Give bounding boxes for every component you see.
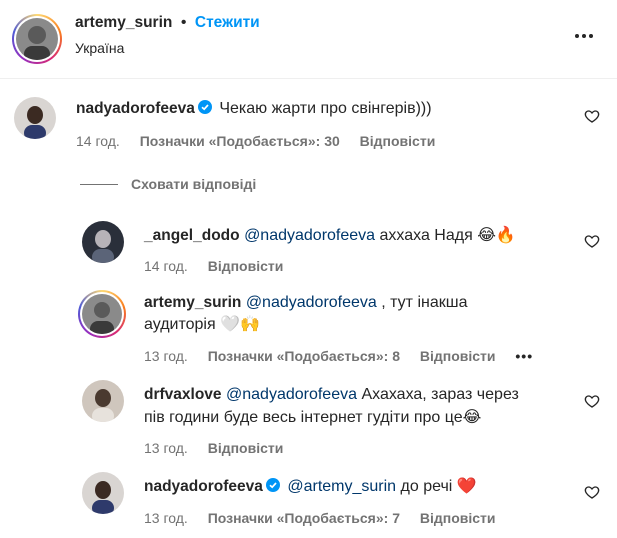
reply-text-line2: аудиторія 🤍🙌 [144, 316, 260, 333]
mention-link[interactable]: @artemy_surin [287, 478, 396, 495]
reply-button[interactable]: Відповісти [360, 133, 436, 149]
mention-link[interactable]: @nadyadorofeeva [246, 294, 377, 311]
avatar[interactable] [82, 380, 124, 422]
reply-time[interactable]: 13 год. [144, 440, 188, 456]
heart-outline-icon[interactable] [584, 484, 600, 500]
comment-time[interactable]: 14 год. [76, 133, 120, 149]
likes-count[interactable]: Позначки «Подобається»: 7 [208, 510, 400, 526]
reply-time[interactable]: 13 год. [144, 510, 188, 526]
mention-link[interactable]: @nadyadorofeeva [226, 386, 357, 403]
reply-body: _angel_dodo @nadyadorofeeva аххаха Надя … [144, 225, 516, 247]
reply-username[interactable]: _angel_dodo [144, 227, 240, 244]
reply-button[interactable]: Відповісти [208, 440, 284, 456]
avatar[interactable] [14, 97, 56, 139]
header-username[interactable]: artemy_surin [75, 14, 172, 31]
reply-text-line1: , тут інакша [381, 294, 468, 311]
reply-username[interactable]: artemy_surin [144, 294, 241, 311]
heart-outline-icon[interactable] [584, 233, 600, 249]
location-label[interactable]: Україна [75, 40, 124, 56]
reply-button[interactable]: Відповісти [420, 348, 496, 364]
reply-body: artemy_surin @nadyadorofeeva , тут інакш… [144, 292, 467, 314]
reply-text-line2: пів години буде весь інтернет гудіти про… [144, 409, 482, 426]
hide-replies-button[interactable]: Сховати відповіді [131, 176, 256, 192]
likes-count[interactable]: Позначки «Подобається»: 8 [208, 348, 400, 364]
replies-line [80, 184, 118, 185]
reply-meta: 13 год. Позначки «Подобається»: 8 Відпов… [144, 348, 549, 364]
post-header: artemy_surin • Стежити Україна [0, 0, 617, 78]
reply-meta: 13 год. Позначки «Подобається»: 7 Відпов… [144, 510, 512, 526]
comment-body: nadyadorofeeva Чекаю жарти про свінгерів… [76, 98, 432, 120]
reply-meta: 14 год. Відповісти [144, 258, 299, 274]
reply-body: nadyadorofeeva @artemy_surin до речі ❤️ [144, 476, 477, 498]
reply-time[interactable]: 13 год. [144, 348, 188, 364]
likes-count[interactable]: Позначки «Подобається»: 30 [140, 133, 340, 149]
reply-username[interactable]: nadyadorofeeva [144, 478, 263, 495]
mention-link[interactable]: @nadyadorofeeva [244, 227, 375, 244]
reply-text-line1: Ахахаха, зараз через [361, 386, 519, 403]
avatar-ring[interactable] [78, 290, 126, 338]
verified-badge-icon [265, 478, 280, 492]
reply-button[interactable]: Відповісти [420, 510, 496, 526]
more-horizontal-icon[interactable] [572, 24, 596, 48]
comment-text: Чекаю жарти про свінгерів))) [219, 100, 432, 117]
avatar[interactable] [82, 221, 124, 263]
avatar[interactable] [82, 472, 124, 514]
avatar [82, 294, 122, 334]
reply-meta: 13 год. Відповісти [144, 440, 299, 456]
header-avatar-ring[interactable] [12, 14, 62, 64]
heart-outline-icon[interactable] [584, 108, 600, 124]
reply-time[interactable]: 14 год. [144, 258, 188, 274]
comment-meta: 14 год. Позначки «Подобається»: 30 Відпо… [76, 133, 451, 149]
verified-badge-icon [197, 100, 212, 114]
follow-button[interactable]: Стежити [195, 14, 260, 31]
reply-body: drfvaxlove @nadyadorofeeva Ахахаха, зара… [144, 384, 519, 406]
reply-button[interactable]: Відповісти [208, 258, 284, 274]
reply-username[interactable]: drfvaxlove [144, 386, 222, 403]
more-options-icon[interactable]: ••• [515, 348, 533, 364]
reply-text: аххаха Надя 😂🔥 [379, 227, 516, 244]
comment-username[interactable]: nadyadorofeeva [76, 100, 195, 117]
header-divider [0, 78, 617, 79]
avatar [16, 18, 58, 60]
reply-text: до речі ❤️ [400, 478, 477, 495]
heart-outline-icon[interactable] [584, 393, 600, 409]
header-separator: • [180, 14, 187, 31]
